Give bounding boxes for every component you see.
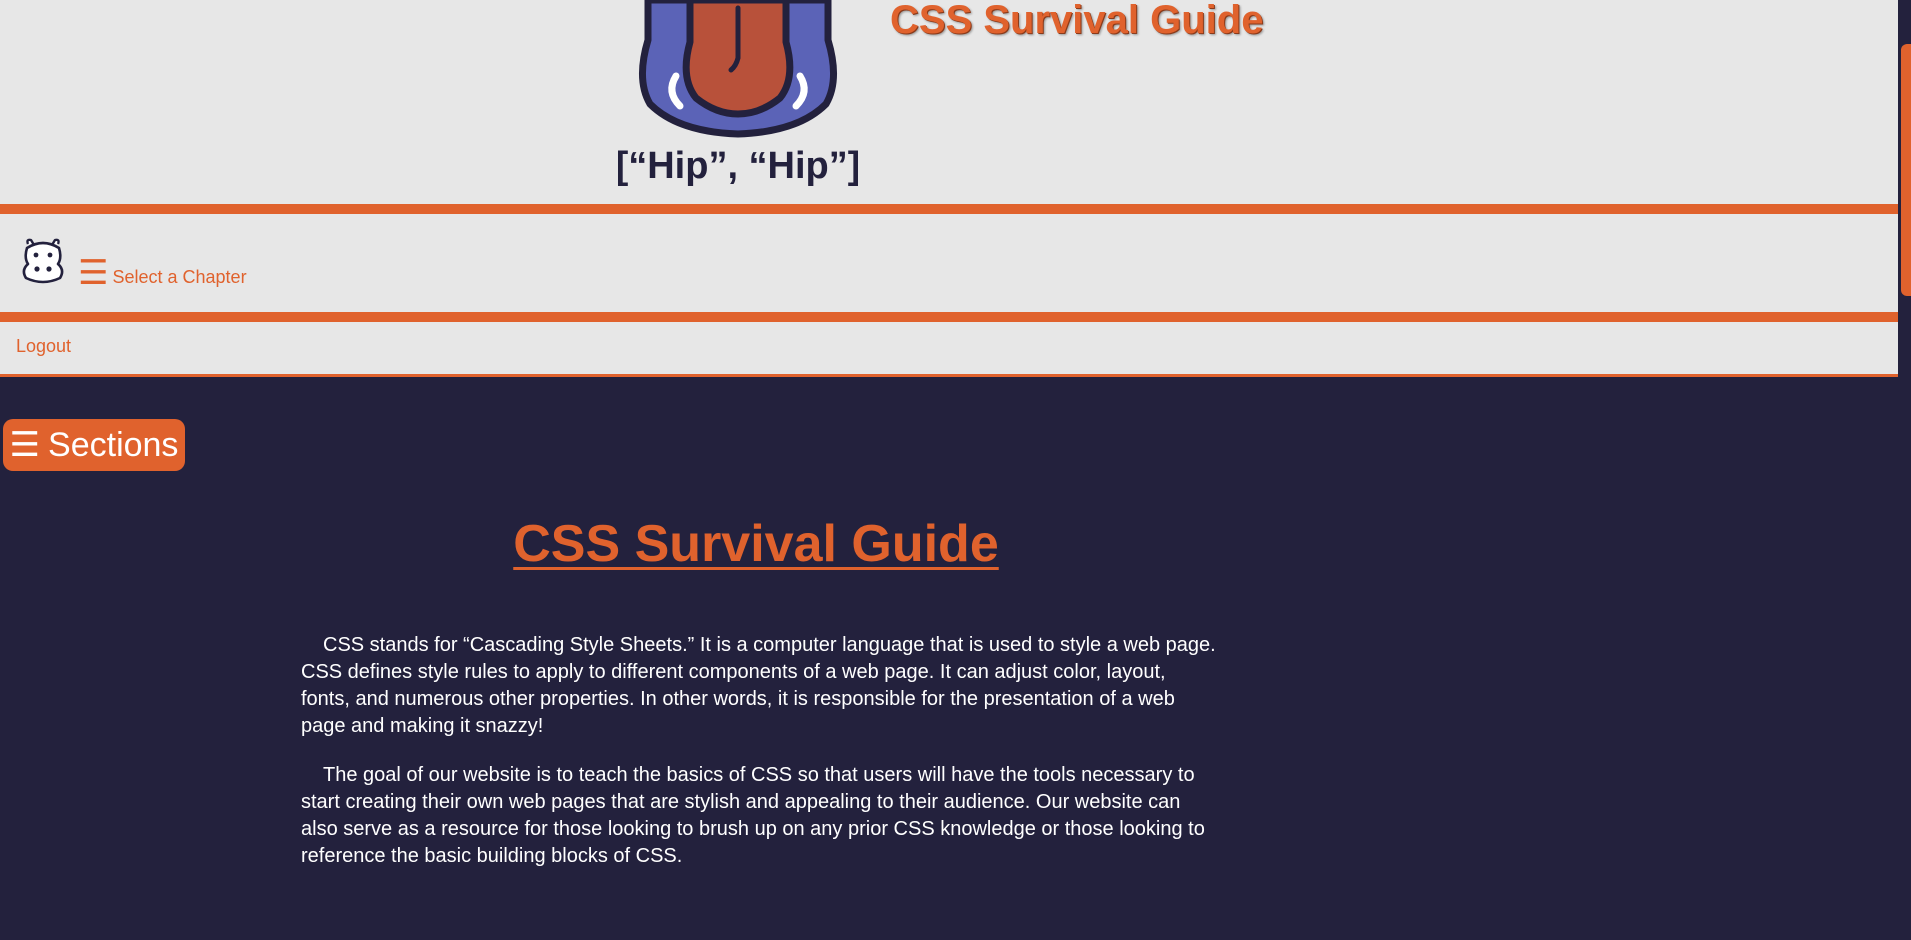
scrollbar[interactable] — [1901, 44, 1911, 296]
hippo-logo: [“Hip”, “Hip”] — [618, 0, 858, 187]
logout-bar: Logout — [0, 320, 1898, 377]
select-chapter-toggle[interactable]: ☰ Select a Chapter — [78, 256, 247, 290]
site-title: CSS Survival Guide — [890, 0, 1264, 42]
logout-link[interactable]: Logout — [16, 336, 71, 357]
sections-menu-button[interactable]: ☰ Sections — [3, 419, 185, 471]
site-banner: [“Hip”, “Hip”] CSS Survival Guide — [0, 0, 1898, 212]
hamburger-menu-icon: ☰ — [78, 254, 109, 292]
logo-caption: [“Hip”, “Hip”] — [618, 145, 858, 187]
goal-paragraph: The goal of our website is to teach the … — [301, 764, 1205, 867]
chapter-nav-bar: ☰ Select a Chapter — [0, 212, 1898, 320]
page-title: CSS Survival Guide — [513, 515, 999, 573]
intro-content: CSS stands for “Cascading Style Sheets.”… — [301, 632, 1216, 892]
hamburger-menu-icon: ☰ — [9, 426, 41, 464]
sections-button-label: Sections — [48, 425, 179, 464]
intro-paragraph: CSS stands for “Cascading Style Sheets.”… — [301, 634, 1216, 737]
select-chapter-label: Select a Chapter — [112, 267, 247, 287]
hippo-face-icon — [22, 238, 64, 284]
